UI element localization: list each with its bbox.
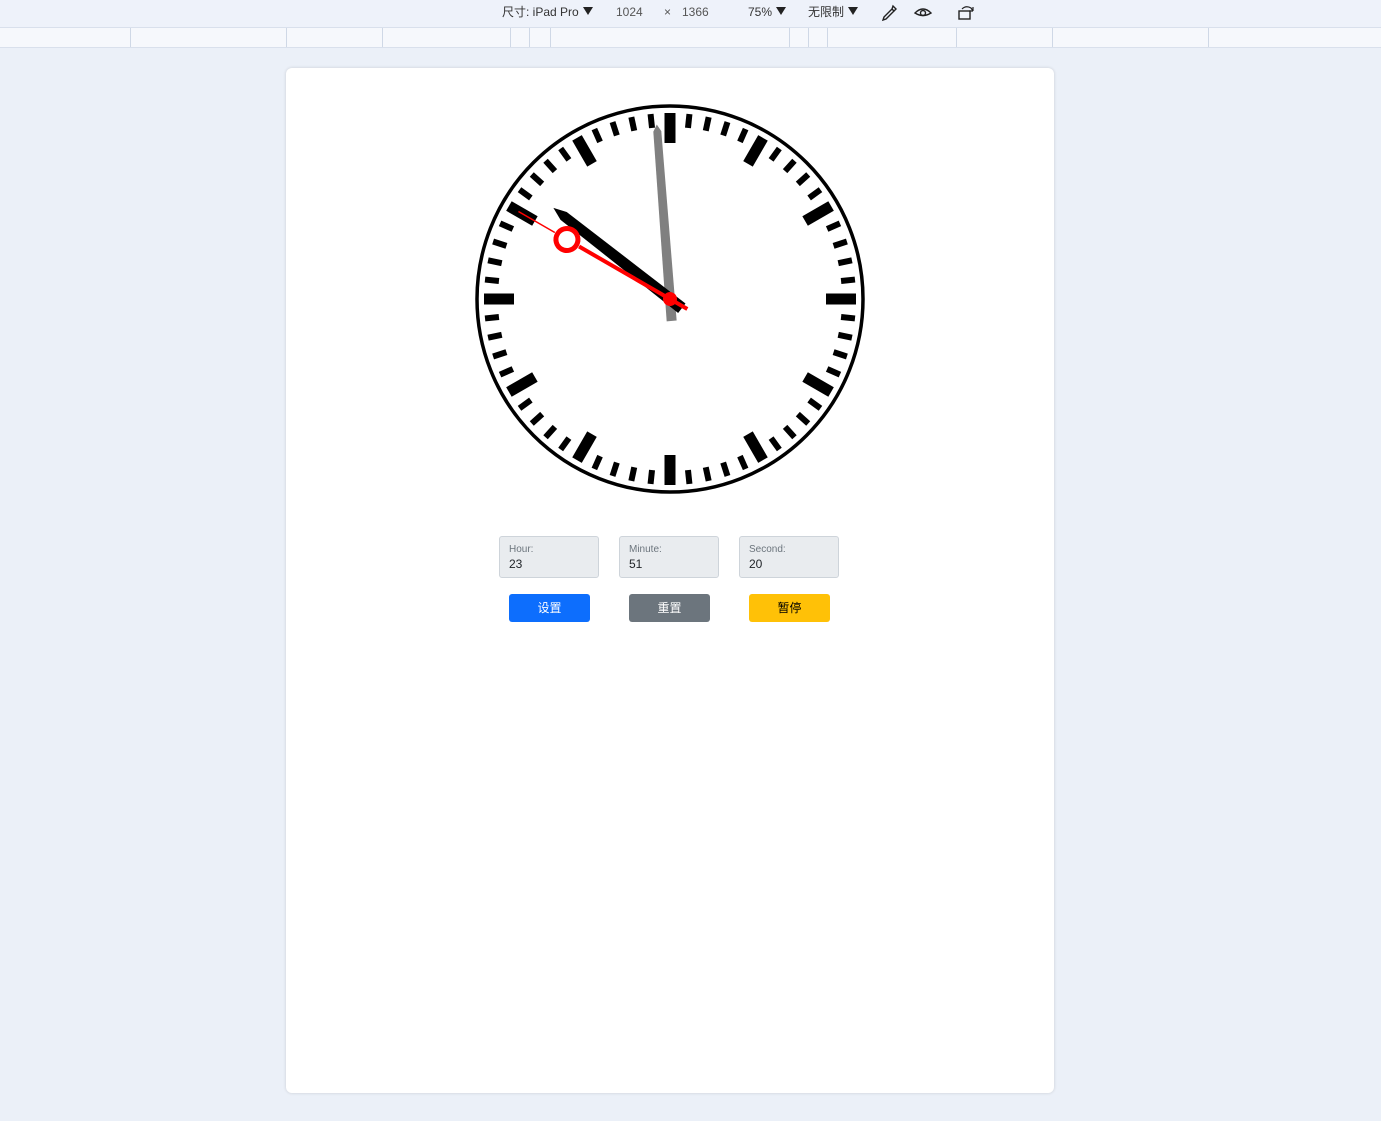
minute-field[interactable]: Minute: (619, 536, 719, 578)
device-toolbar: 尺寸: iPad Pro 1024 × 1366 75% 无限制 (0, 0, 1381, 28)
ruler-mark (550, 28, 551, 47)
hour-field[interactable]: Hour: (499, 536, 599, 578)
dropdown-triangle-icon (582, 7, 593, 15)
device-size-label: 尺寸: iPad Pro (502, 5, 579, 19)
hour-input[interactable] (509, 557, 589, 571)
second-field[interactable]: Second: (739, 536, 839, 578)
ruler-mark (130, 28, 131, 47)
height-input[interactable]: 1366 (682, 5, 709, 19)
ruler-mark (1208, 28, 1209, 47)
zoom-select[interactable]: 75% (748, 5, 787, 19)
ruler-mark (956, 28, 957, 47)
ruler-mark (789, 28, 790, 47)
media-query-bar (0, 28, 1381, 48)
hour-tick (664, 113, 676, 143)
eye-icon[interactable] (913, 3, 933, 23)
analog-clock (475, 104, 865, 494)
second-label: Second: (749, 544, 786, 555)
ruler-mark (382, 28, 383, 47)
hour-tick (826, 293, 856, 305)
throttle-label: 无限制 (808, 5, 845, 19)
minute-input[interactable] (629, 557, 709, 571)
dropdown-triangle-icon (776, 7, 787, 15)
times-separator: × (664, 5, 672, 19)
second-input[interactable] (749, 557, 829, 571)
set-button[interactable]: 设置 (509, 594, 590, 622)
ruler-mark (510, 28, 511, 47)
hour-label: Hour: (509, 544, 534, 555)
ruler-mark (827, 28, 828, 47)
ruler-mark (808, 28, 809, 47)
hour-tick (484, 293, 514, 305)
ruler-mark (529, 28, 530, 47)
dropdown-triangle-icon (848, 7, 859, 15)
width-input[interactable]: 1024 (616, 5, 643, 19)
reset-button[interactable]: 重置 (629, 594, 710, 622)
eyedropper-icon[interactable] (879, 3, 899, 23)
minute-label: Minute: (629, 544, 662, 555)
hour-tick (664, 455, 676, 485)
ruler-mark (286, 28, 287, 47)
pause-button[interactable]: 暂停 (749, 594, 830, 622)
rotate-icon[interactable] (956, 3, 976, 23)
ruler-mark (1052, 28, 1053, 47)
throttle-select[interactable]: 无限制 (808, 5, 859, 19)
zoom-label: 75% (748, 5, 773, 19)
device-size-select[interactable]: 尺寸: iPad Pro (502, 5, 593, 19)
